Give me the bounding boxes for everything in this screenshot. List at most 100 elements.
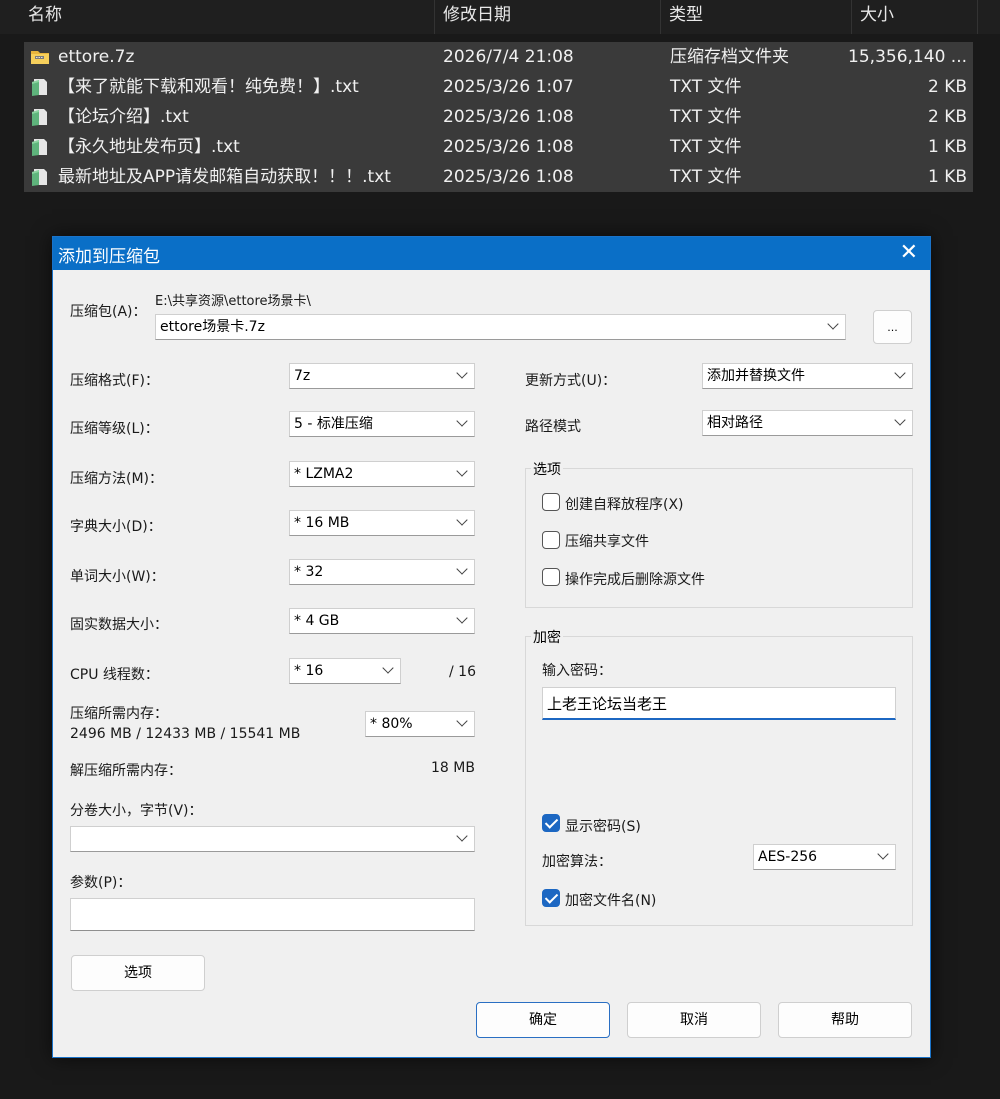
delete-source-checkbox[interactable] [542, 568, 560, 586]
file-size: 1 KB [927, 137, 967, 157]
algorithm-value: AES-256 [758, 849, 818, 865]
mem-value: * 80% [370, 716, 413, 732]
file-row[interactable]: 最新地址及APP请发邮箱自动获取！！！.txt 2025/3/26 1:08 T… [24, 162, 973, 192]
ok-button[interactable]: 确定 [476, 1002, 610, 1038]
sfx-checkbox[interactable] [542, 493, 560, 511]
delete-source-label[interactable]: 操作完成后删除源文件 [565, 569, 705, 589]
text-file-icon [32, 79, 47, 96]
dialog-titlebar[interactable]: 添加到压缩包 ✕ [53, 237, 930, 270]
update-combo[interactable]: 添加并替换文件 [702, 363, 913, 389]
method-label: 压缩方法(M)： [70, 471, 164, 487]
show-password-label[interactable]: 显示密码(S) [565, 816, 641, 836]
file-date: 2025/3/26 1:08 [443, 137, 574, 157]
pathmode-label: 路径模式 [525, 419, 581, 435]
text-file-icon [32, 139, 47, 156]
update-label: 更新方式(U)： [525, 373, 617, 389]
password-value: 上老王论坛当老王 [547, 695, 668, 713]
password-label: 输入密码： [542, 663, 612, 679]
file-row[interactable]: 【来了就能下载和观看！纯免费！】.txt 2025/3/26 1:07 TXT … [24, 72, 973, 102]
level-combo[interactable]: 5 - 标准压缩 [289, 411, 475, 437]
browse-button[interactable]: ... [873, 310, 912, 344]
cpu-combo[interactable]: * 16 [289, 658, 401, 684]
file-date: 2025/3/26 1:07 [443, 77, 574, 97]
file-row[interactable]: ettore.7z 2026/7/4 21:08 压缩存档文件夹 15,356,… [24, 42, 973, 72]
file-list: ettore.7z 2026/7/4 21:08 压缩存档文件夹 15,356,… [24, 42, 973, 192]
decomp-value: 18 MB [431, 760, 475, 776]
zip-folder-icon [31, 51, 49, 64]
column-divider[interactable] [977, 0, 978, 34]
dialog-title: 添加到压缩包 [58, 247, 160, 267]
format-combo[interactable]: 7z [289, 363, 475, 389]
close-icon[interactable]: ✕ [900, 240, 918, 266]
algorithm-combo[interactable]: AES-256 [753, 844, 896, 870]
encrypt-names-checkbox[interactable] [542, 889, 560, 907]
pathmode-combo[interactable]: 相对路径 [702, 410, 913, 436]
chevron-down-icon [456, 415, 468, 427]
algorithm-label: 加密算法： [542, 854, 612, 870]
help-button[interactable]: 帮助 [778, 1002, 912, 1038]
chevron-down-icon [456, 563, 468, 575]
solid-combo[interactable]: * 4 GB [289, 608, 475, 634]
chevron-down-icon [894, 367, 906, 379]
chevron-down-icon [456, 830, 468, 842]
file-date: 2025/3/26 1:08 [443, 167, 574, 187]
file-type: TXT 文件 [670, 77, 742, 97]
column-date[interactable]: 修改日期 [435, 0, 660, 34]
shared-files-checkbox[interactable] [542, 531, 560, 549]
chevron-down-icon [456, 612, 468, 624]
cancel-button[interactable]: 取消 [627, 1002, 761, 1038]
params-input[interactable] [70, 898, 475, 931]
volume-label: 分卷大小，字节(V)： [70, 803, 203, 819]
cpu-label: CPU 线程数： [70, 667, 159, 683]
options-button[interactable]: 选项 [71, 955, 205, 991]
archive-path: E:\共享资源\ettore场景卡\ [155, 294, 311, 309]
cpu-value: * 16 [294, 663, 324, 679]
file-type: TXT 文件 [670, 137, 742, 157]
archive-name-value: ettore场景卡.7z [160, 319, 265, 335]
column-type[interactable]: 类型 [661, 0, 851, 34]
column-size[interactable]: 大小 [852, 0, 977, 34]
file-row[interactable]: 【永久地址发布页】.txt 2025/3/26 1:08 TXT 文件 1 KB [24, 132, 973, 162]
encryption-group-title: 加密 [531, 627, 563, 647]
file-name: 【论坛介绍】.txt [58, 107, 189, 127]
word-combo[interactable]: * 32 [289, 559, 475, 585]
mem-combo[interactable]: * 80% [365, 711, 475, 737]
encrypt-names-label[interactable]: 加密文件名(N) [565, 890, 656, 910]
cpu-max: / 16 [449, 664, 476, 680]
chevron-down-icon [382, 662, 394, 674]
solid-label: 固实数据大小： [70, 617, 168, 633]
dict-combo[interactable]: * 16 MB [289, 510, 475, 536]
add-to-archive-dialog: 添加到压缩包 ✕ 压缩包(A)： E:\共享资源\ettore场景卡\ etto… [52, 236, 931, 1058]
method-combo[interactable]: * LZMA2 [289, 461, 475, 487]
mem-detail: 2496 MB / 12433 MB / 15541 MB [70, 726, 301, 742]
volume-combo[interactable] [70, 826, 475, 852]
decomp-label: 解压缩所需内存： [70, 763, 182, 779]
file-size: 2 KB [927, 107, 967, 127]
password-input[interactable]: 上老王论坛当老王 [542, 687, 896, 720]
file-name: ettore.7z [58, 47, 135, 67]
file-size: 1 KB [927, 167, 967, 187]
chevron-down-icon [877, 848, 889, 860]
chevron-down-icon [827, 318, 839, 330]
mem-label: 压缩所需内存： [70, 706, 168, 722]
show-password-checkbox[interactable] [542, 814, 560, 832]
file-type: TXT 文件 [670, 167, 742, 187]
file-type: 压缩存档文件夹 [670, 47, 789, 67]
file-date: 2026/7/4 21:08 [443, 47, 574, 67]
level-label: 压缩等级(L)： [70, 421, 159, 437]
file-date: 2025/3/26 1:08 [443, 107, 574, 127]
update-value: 添加并替换文件 [707, 368, 805, 384]
file-list-header: 名称 ⌃ 修改日期 类型 大小 [0, 0, 1000, 34]
solid-value: * 4 GB [294, 613, 340, 629]
file-row[interactable]: 【论坛介绍】.txt 2025/3/26 1:08 TXT 文件 2 KB [24, 102, 973, 132]
word-value: * 32 [294, 564, 324, 580]
format-label: 压缩格式(F)： [70, 373, 159, 389]
shared-files-label[interactable]: 压缩共享文件 [565, 531, 649, 551]
chevron-down-icon [456, 715, 468, 727]
archive-name-combo[interactable]: ettore场景卡.7z [155, 314, 846, 340]
pathmode-value: 相对路径 [707, 415, 763, 431]
options-group-title: 选项 [531, 459, 563, 479]
dict-label: 字典大小(D)： [70, 519, 162, 535]
sfx-label[interactable]: 创建自释放程序(X) [565, 494, 684, 514]
file-name: 【永久地址发布页】.txt [58, 137, 240, 157]
